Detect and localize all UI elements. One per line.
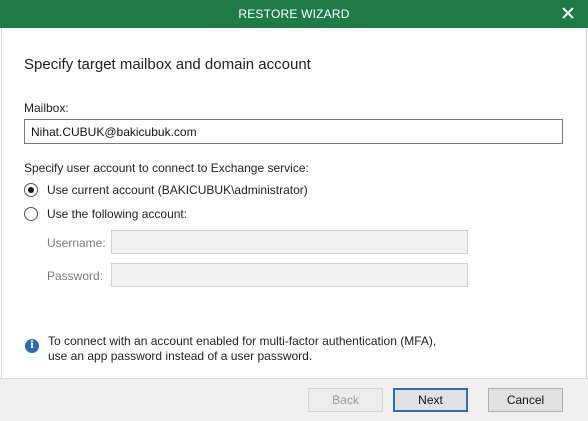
mfa-info-line-2: use an app password instead of a user pa…	[48, 349, 313, 363]
account-prompt: Specify user account to connect to Excha…	[24, 161, 309, 175]
wizard-content	[1, 28, 587, 378]
use-following-account-radio[interactable]	[24, 207, 38, 221]
next-button[interactable]: Next	[393, 388, 468, 412]
info-icon: i	[25, 339, 39, 353]
close-icon[interactable]	[558, 3, 578, 23]
use-current-account-option[interactable]: Use current account (BAKICUBUK\administr…	[24, 183, 308, 197]
mfa-info-text: To connect with an account enabled for m…	[48, 334, 436, 364]
use-current-account-radio[interactable]	[24, 183, 38, 197]
use-following-account-option[interactable]: Use the following account:	[24, 207, 187, 221]
username-label: Username:	[47, 236, 106, 250]
use-following-account-label: Use the following account:	[47, 207, 188, 221]
use-current-account-label: Use current account (BAKICUBUK\administr…	[47, 183, 308, 197]
mailbox-input[interactable]	[24, 119, 563, 144]
username-field	[111, 230, 468, 254]
password-field	[111, 263, 468, 287]
title-bar: RESTORE WIZARD	[0, 0, 588, 28]
mfa-info-line-1: To connect with an account enabled for m…	[48, 334, 437, 348]
mailbox-label: Mailbox:	[24, 101, 69, 115]
back-button[interactable]: Back	[308, 388, 383, 412]
cancel-button[interactable]: Cancel	[488, 388, 563, 412]
password-label: Password:	[47, 269, 104, 283]
window-title: RESTORE WIZARD	[238, 7, 350, 21]
page-title: Specify target mailbox and domain accoun…	[24, 56, 311, 73]
